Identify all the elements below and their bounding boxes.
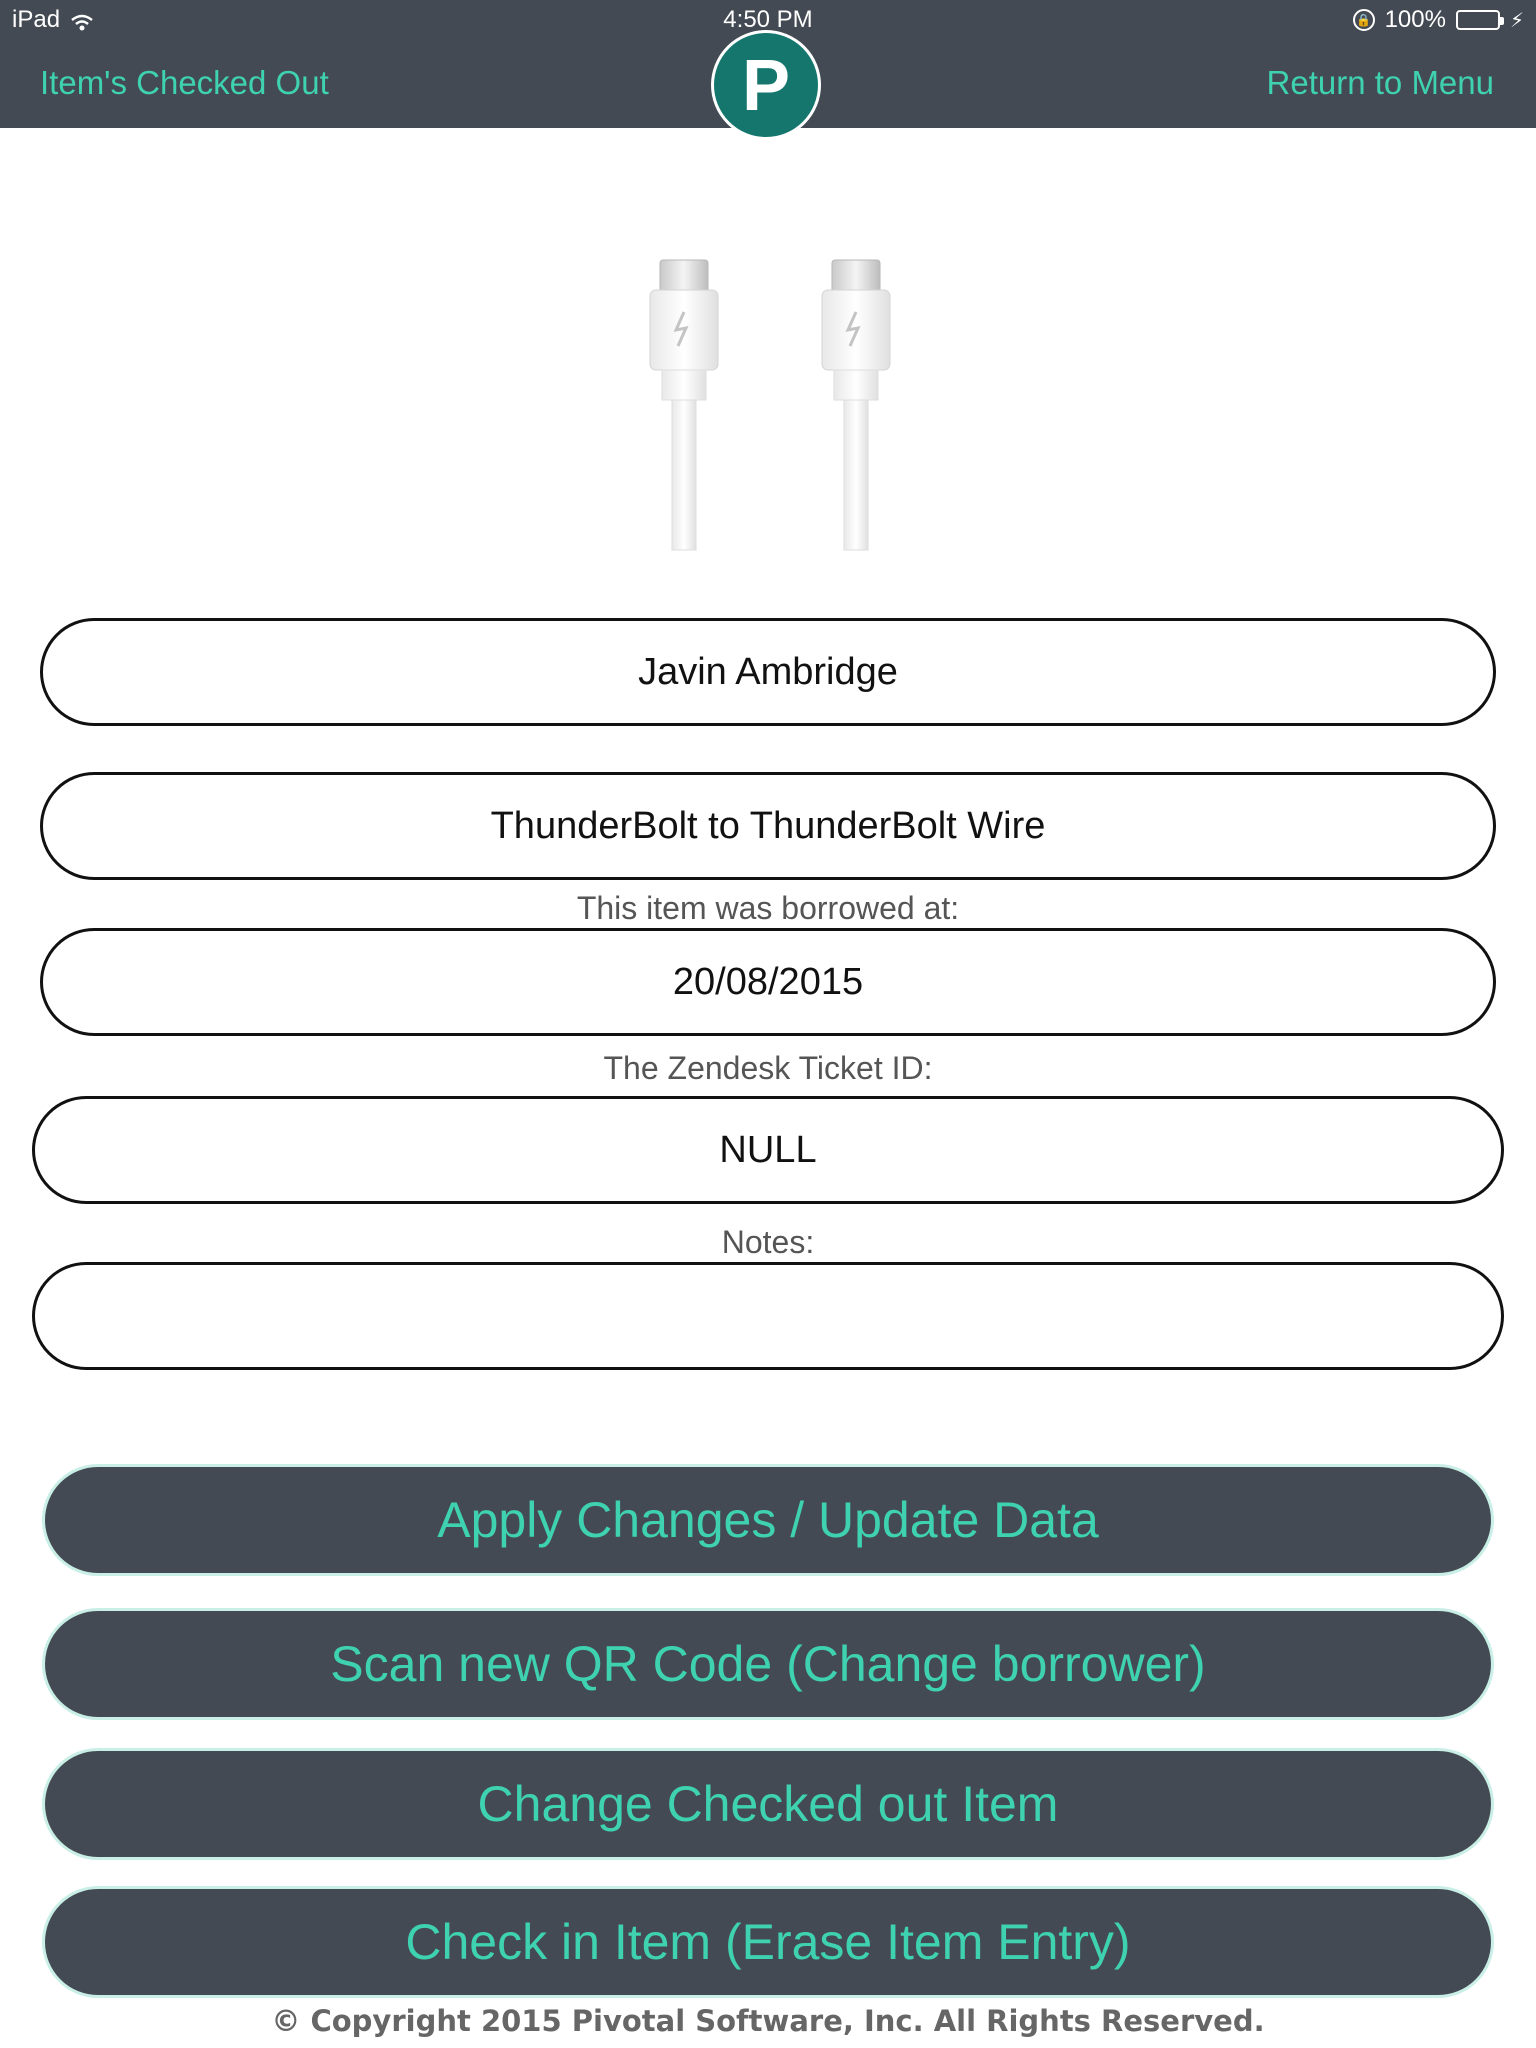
status-right: 🔒 100% ⚡	[1352, 6, 1524, 34]
screen-lock-icon: 🔒	[1352, 9, 1375, 31]
battery-percent: 100%	[1384, 6, 1446, 33]
notes-field[interactable]	[32, 1262, 1504, 1370]
item-name-value: ThunderBolt to ThunderBolt Wire	[490, 804, 1046, 847]
borrower-name-field[interactable]: Javin Ambridge	[40, 618, 1496, 726]
item-detail-screen: iPad 4:50 PM 🔒 100% ⚡ Item's Checked Out…	[0, 0, 1536, 2048]
ticket-id-caption: The Zendesk Ticket ID:	[603, 1050, 933, 1086]
return-to-menu-link[interactable]: Return to Menu	[1267, 64, 1494, 102]
svg-text:P: P	[742, 46, 790, 126]
borrowed-date-field[interactable]: 20/08/2015	[40, 928, 1496, 1036]
check-in-item-button[interactable]: Check in Item (Erase Item Entry)	[42, 1886, 1494, 1998]
borrowed-date-value: 20/08/2015	[672, 960, 864, 1003]
scan-qr-code-label: Scan new QR Code (Change borrower)	[330, 1636, 1206, 1692]
charging-bolt-icon: ⚡	[1509, 9, 1524, 32]
scan-qr-code-button[interactable]: Scan new QR Code (Change borrower)	[42, 1608, 1494, 1720]
change-checked-out-item-button[interactable]: Change Checked out Item	[42, 1748, 1494, 1860]
pivotal-logo-mark: P	[742, 46, 790, 126]
pivotal-logo: P	[711, 30, 821, 140]
change-checked-out-item-label: Change Checked out Item	[477, 1776, 1059, 1832]
check-in-item-label: Check in Item (Erase Item Entry)	[405, 1914, 1131, 1970]
items-checked-out-link[interactable]: Item's Checked Out	[40, 64, 329, 102]
ticket-id-value: NULL	[719, 1128, 817, 1171]
copyright-footer: © Copyright 2015 Pivotal Software, Inc. …	[271, 2004, 1265, 2038]
notes-caption: Notes:	[721, 1224, 815, 1260]
apply-changes-label: Apply Changes / Update Data	[437, 1492, 1099, 1548]
borrower-name-value: Javin Ambridge	[638, 650, 898, 693]
borrowed-at-caption: This item was borrowed at:	[576, 890, 960, 926]
apply-changes-button[interactable]: Apply Changes / Update Data	[42, 1464, 1494, 1576]
thunderbolt-cable-image	[600, 240, 940, 560]
item-name-field[interactable]: ThunderBolt to ThunderBolt Wire	[40, 772, 1496, 880]
ticket-id-field[interactable]: NULL	[32, 1096, 1504, 1204]
battery-icon	[1455, 10, 1504, 30]
